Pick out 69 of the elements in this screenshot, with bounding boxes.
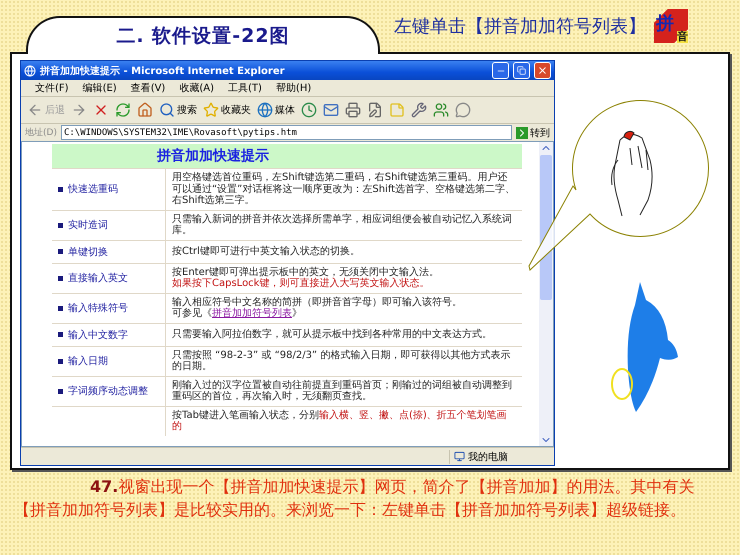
logo-text: 拼 — [656, 12, 674, 35]
bullet-icon — [58, 276, 63, 280]
clock-icon[interactable] — [301, 102, 317, 118]
description-text: 如果按下CapsLock键，则可直接进入大写英文输入状态。 — [172, 278, 430, 290]
description-text: 输入相应符号中文名称的简拼（即拼音首字母）即可输入该符号。 — [172, 296, 463, 308]
feature-label: 输入特殊符号 — [68, 302, 128, 315]
description-text: 可参见《拼音加加符号列表》 — [172, 308, 303, 320]
page-heading: 拼音加加快速提示 — [52, 144, 522, 168]
menu-item[interactable]: 工具(T) — [228, 81, 262, 95]
bullet-icon — [58, 332, 63, 337]
description-text: 用空格键选首位重码，左Shift键选第二重码，右Shift键选第三重码。用户还可以通过“设置”对话框将这一顺序更改为：左Shift选首字、空格键选第二字、右Shift选第三字。 — [172, 172, 516, 206]
description-text: 按Tab键进入笔画输入状态，分别输入横、竖、撇、点(捺)、折五个笔划笔画的 — [172, 410, 508, 432]
status-zone: 我的电脑 — [449, 450, 554, 464]
go-button[interactable]: 转到 — [516, 126, 550, 140]
star-icon — [203, 102, 219, 118]
globe-icon — [257, 102, 273, 118]
slide-title: 二. 软件设置-22图 — [26, 16, 380, 54]
people-icon[interactable] — [433, 102, 449, 118]
menu-item[interactable]: 收藏(A) — [179, 81, 214, 95]
feature-label: 实时造词 — [68, 218, 108, 232]
minimize-button[interactable] — [492, 62, 509, 79]
address-label: 地址(D) — [25, 126, 57, 139]
description-text: 按Enter键即可弹出提示板中的英文，无须关闭中文输入法。 — [172, 266, 440, 278]
menu-item[interactable]: 编辑(E) — [82, 81, 117, 95]
description-text: 只需要输入阿拉伯数字，就可从提示板中找到各种常用的中文表达方式。 — [172, 328, 493, 340]
bullet-icon — [58, 388, 63, 394]
symbol-list-link[interactable]: 拼音加加符号列表 — [212, 308, 292, 319]
instruction-text: 左键单击【拼音加加符号列表】 — [394, 15, 646, 38]
menu-item[interactable]: 文件(F) — [35, 81, 69, 95]
feature-label: 直接输入英文 — [68, 272, 128, 285]
scrollbar[interactable] — [539, 142, 553, 446]
feature-label: 输入日期 — [68, 354, 108, 368]
menu-item[interactable]: 查看(V) — [130, 81, 166, 95]
description-text: 只需输入新词的拼音并依次选择所需单字，相应词组便会被自动记忆入系统词库。 — [172, 214, 513, 236]
feature-label: 单键切换 — [68, 246, 108, 258]
close-button[interactable] — [534, 62, 551, 79]
mail-icon[interactable] — [323, 102, 339, 118]
caption-text: 47.视窗出现一个【拼音加加快速提示】网页，简介了【拼音加加】的用法。其中有关【拼音加加符号列表】是比较实用的。来浏览一下：左键单击【拼音加加符号列表】超级链接。 — [13, 476, 696, 521]
feature-label: 输入中文数字 — [68, 328, 128, 342]
description-text: 按Ctrl键即可进行中英文输入状态的切换。 — [172, 246, 361, 258]
refresh-icon[interactable] — [115, 102, 131, 118]
chat-bubble-icon[interactable] — [455, 102, 471, 118]
bullet-icon — [58, 358, 63, 364]
address-field[interactable]: C:\WINDOWS\SYSTEM32\IME\Rovasoft\pytips.htm — [60, 125, 512, 140]
window-title: 拼音加加快速提示 - Microsoft Internet Explorer — [40, 64, 286, 78]
wrench-icon[interactable] — [411, 102, 427, 118]
restore-icon — [517, 66, 526, 75]
menu-item[interactable]: 帮助(H) — [276, 81, 312, 95]
forward-arrow-icon[interactable] — [71, 102, 87, 118]
maximize-button[interactable] — [513, 62, 530, 79]
computer-icon — [454, 451, 465, 462]
logo-text: 音 — [677, 31, 688, 43]
close-icon — [537, 65, 548, 76]
search-icon — [159, 102, 175, 118]
home-icon[interactable] — [137, 102, 153, 118]
bullet-icon — [58, 249, 63, 254]
description-text: 刚输入过的汉字位置被自动往前提直到重码首页；刚输过的词组被自动调整到重码区的首位，再次输入时，无须翻页查找。 — [172, 380, 513, 402]
bullet-icon — [58, 222, 63, 228]
browser-icon — [24, 64, 36, 76]
feature-label: 字词频序动态调整 — [68, 384, 148, 398]
description-text: 只需按照 “98-2-3” 或 “98/2/3” 的格式输入日期，即可获得以其他方式表示的日期。 — [172, 350, 512, 372]
toolbar-button[interactable]: 媒体 — [257, 102, 295, 118]
feature-label: 快速选重码 — [68, 182, 118, 196]
toolbar-button[interactable]: 收藏夹 — [203, 102, 251, 118]
bullet-icon — [58, 306, 63, 310]
edit-icon[interactable] — [367, 102, 383, 118]
toolbar-button[interactable]: 搜索 — [159, 102, 197, 118]
printer-icon[interactable] — [345, 102, 361, 118]
bullet-icon — [58, 186, 63, 192]
